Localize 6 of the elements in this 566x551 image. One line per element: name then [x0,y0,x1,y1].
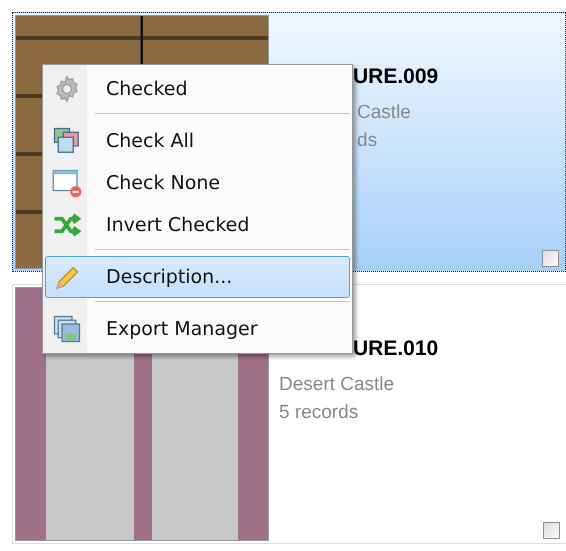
texture-info: 5 records [279,401,360,425]
texture-info: Desert Castle [279,373,396,397]
texture-info: Castle [357,101,412,125]
texture-title: URE.010 [353,337,438,361]
texture-info: ds [357,129,378,153]
texture-title: URE.009 [353,65,438,89]
